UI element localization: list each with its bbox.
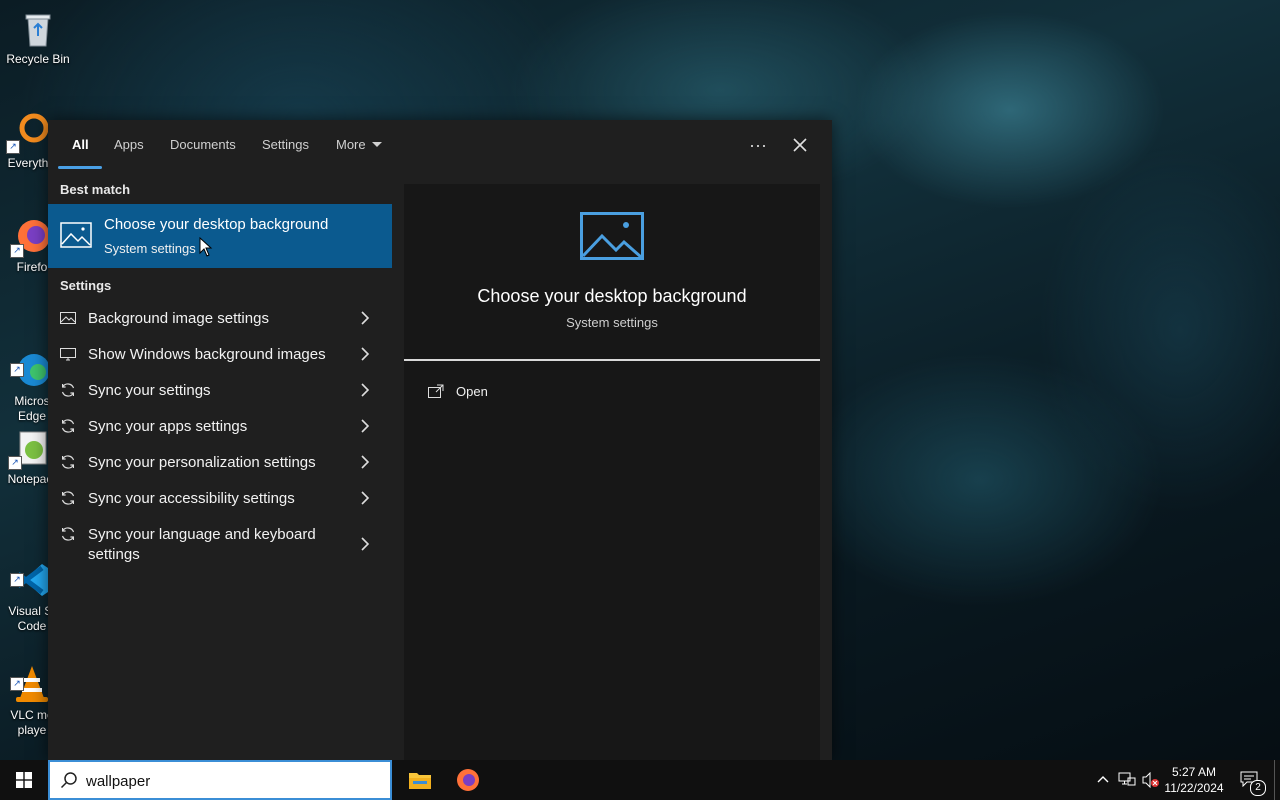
settings-result-sync-accessibility[interactable]: Sync your accessibility settings	[48, 480, 392, 516]
shortcut-arrow-icon: ↗	[10, 363, 24, 377]
vlc-icon: ↗	[10, 649, 52, 702]
taskbar-firefox[interactable]	[444, 760, 492, 800]
settings-result-label: Show Windows background images	[88, 346, 326, 363]
sync-icon	[61, 419, 75, 433]
chevron-right-icon	[361, 455, 370, 469]
tab-more-label: More	[336, 137, 366, 152]
results-list: Best match Choose your desktop backgroun…	[48, 176, 392, 760]
settings-result-label: Sync your accessibility settings	[88, 490, 295, 507]
preview-subtitle: System settings	[566, 315, 658, 330]
file-explorer-icon	[409, 773, 431, 789]
open-external-icon	[428, 384, 444, 398]
tab-more[interactable]: More	[336, 137, 382, 152]
settings-result-sync-personalization[interactable]: Sync your personalization settings	[48, 444, 392, 480]
sync-icon	[61, 491, 75, 505]
vscode-icon: ↗	[10, 545, 52, 596]
show-hidden-icons-button[interactable]	[1094, 760, 1112, 800]
preview-title: Choose your desktop background	[477, 286, 747, 306]
network-icon	[1118, 772, 1136, 786]
everything-search-icon: ↗	[6, 112, 49, 154]
shortcut-arrow-icon: ↗	[10, 573, 24, 587]
clock-date: 11/22/2024	[1164, 781, 1224, 795]
taskbar-file-explorer[interactable]	[396, 760, 444, 800]
search-tabs: All Apps Documents Settings More ···	[48, 120, 832, 176]
settings-result-label: Background image settings	[88, 310, 269, 327]
close-icon	[793, 138, 807, 152]
settings-result-background-image[interactable]: Background image settings	[48, 300, 392, 336]
search-input[interactable]	[86, 770, 376, 792]
taskbar: 5:27 AM 11/22/2024 2	[0, 760, 1280, 800]
monitor-icon	[60, 348, 76, 361]
tab-settings[interactable]: Settings	[262, 137, 309, 152]
mouse-cursor-icon	[199, 237, 213, 257]
close-button[interactable]	[784, 132, 816, 158]
settings-result-sync-language[interactable]: Sync your language and keyboard settings	[48, 516, 392, 572]
start-button[interactable]	[0, 760, 48, 800]
chevron-right-icon	[361, 311, 370, 325]
open-action[interactable]: Open	[424, 380, 624, 406]
preview-pane: Choose your desktop background System se…	[404, 184, 820, 760]
best-match-title: Choose your desktop background	[104, 216, 329, 233]
network-status-button[interactable]	[1116, 760, 1138, 800]
tab-all[interactable]: All	[72, 137, 89, 152]
sync-icon	[61, 455, 75, 469]
tab-apps[interactable]: Apps	[114, 137, 144, 152]
windows-logo-icon	[16, 772, 32, 788]
notification-center-button[interactable]: 2	[1236, 760, 1266, 800]
more-options-button[interactable]: ···	[742, 132, 774, 158]
caret-down-icon	[371, 142, 382, 147]
settings-result-windows-background[interactable]: Show Windows background images	[48, 336, 392, 372]
notepad-plus-plus-icon: ↗	[8, 428, 50, 470]
best-match-subtitle: System settings	[104, 241, 196, 256]
search-icon	[60, 772, 77, 789]
chevron-right-icon	[361, 537, 370, 551]
settings-result-label: Sync your personalization settings	[88, 454, 316, 471]
shortcut-arrow-icon: ↗	[10, 677, 24, 691]
picture-icon	[580, 212, 644, 260]
chevron-right-icon	[361, 383, 370, 397]
chevron-right-icon	[361, 419, 370, 433]
sync-icon	[61, 527, 75, 541]
best-match-heading: Best match	[60, 182, 131, 197]
search-panel: All Apps Documents Settings More ··· Bes…	[48, 120, 832, 760]
shortcut-arrow-icon: ↗	[8, 456, 22, 470]
best-match-result[interactable]: Choose your desktop background System se…	[48, 204, 392, 268]
volume-muted-icon	[1142, 772, 1159, 788]
notification-count-badge: 2	[1250, 780, 1266, 796]
settings-result-sync-settings[interactable]: Sync your settings	[48, 372, 392, 408]
firefox-icon: ↗	[10, 216, 52, 258]
shortcut-arrow-icon: ↗	[6, 140, 20, 154]
chevron-right-icon	[361, 347, 370, 361]
clock-time: 5:27 AM	[1171, 765, 1217, 779]
picture-icon	[60, 222, 92, 248]
sync-icon	[61, 383, 75, 397]
firefox-icon	[457, 769, 479, 791]
settings-result-label: Sync your language and keyboard settings	[88, 526, 316, 563]
shortcut-arrow-icon: ↗	[10, 244, 24, 258]
desktop-icon-recycle-bin[interactable]: Recycle Bin	[0, 8, 76, 67]
settings-result-label: Sync your apps settings	[88, 418, 248, 435]
open-action-label: Open	[456, 384, 488, 399]
taskbar-clock[interactable]: 5:27 AM 11/22/2024	[1160, 764, 1228, 796]
settings-result-label: Sync your settings	[88, 382, 211, 399]
show-desktop-button[interactable]	[1274, 760, 1280, 800]
taskbar-search-box[interactable]	[48, 760, 392, 800]
active-tab-indicator	[58, 166, 102, 169]
preview-divider	[404, 359, 820, 361]
tab-documents[interactable]: Documents	[170, 137, 236, 152]
settings-heading: Settings	[60, 278, 112, 293]
desktop-icon-label: Recycle Bin	[6, 52, 70, 66]
recycle-bin-icon	[18, 8, 58, 48]
picture-icon	[60, 312, 76, 324]
settings-result-sync-apps[interactable]: Sync your apps settings	[48, 408, 392, 444]
chevron-right-icon	[361, 491, 370, 505]
chevron-up-icon	[1097, 776, 1109, 783]
edge-icon: ↗	[10, 335, 52, 386]
volume-button[interactable]	[1140, 760, 1162, 800]
